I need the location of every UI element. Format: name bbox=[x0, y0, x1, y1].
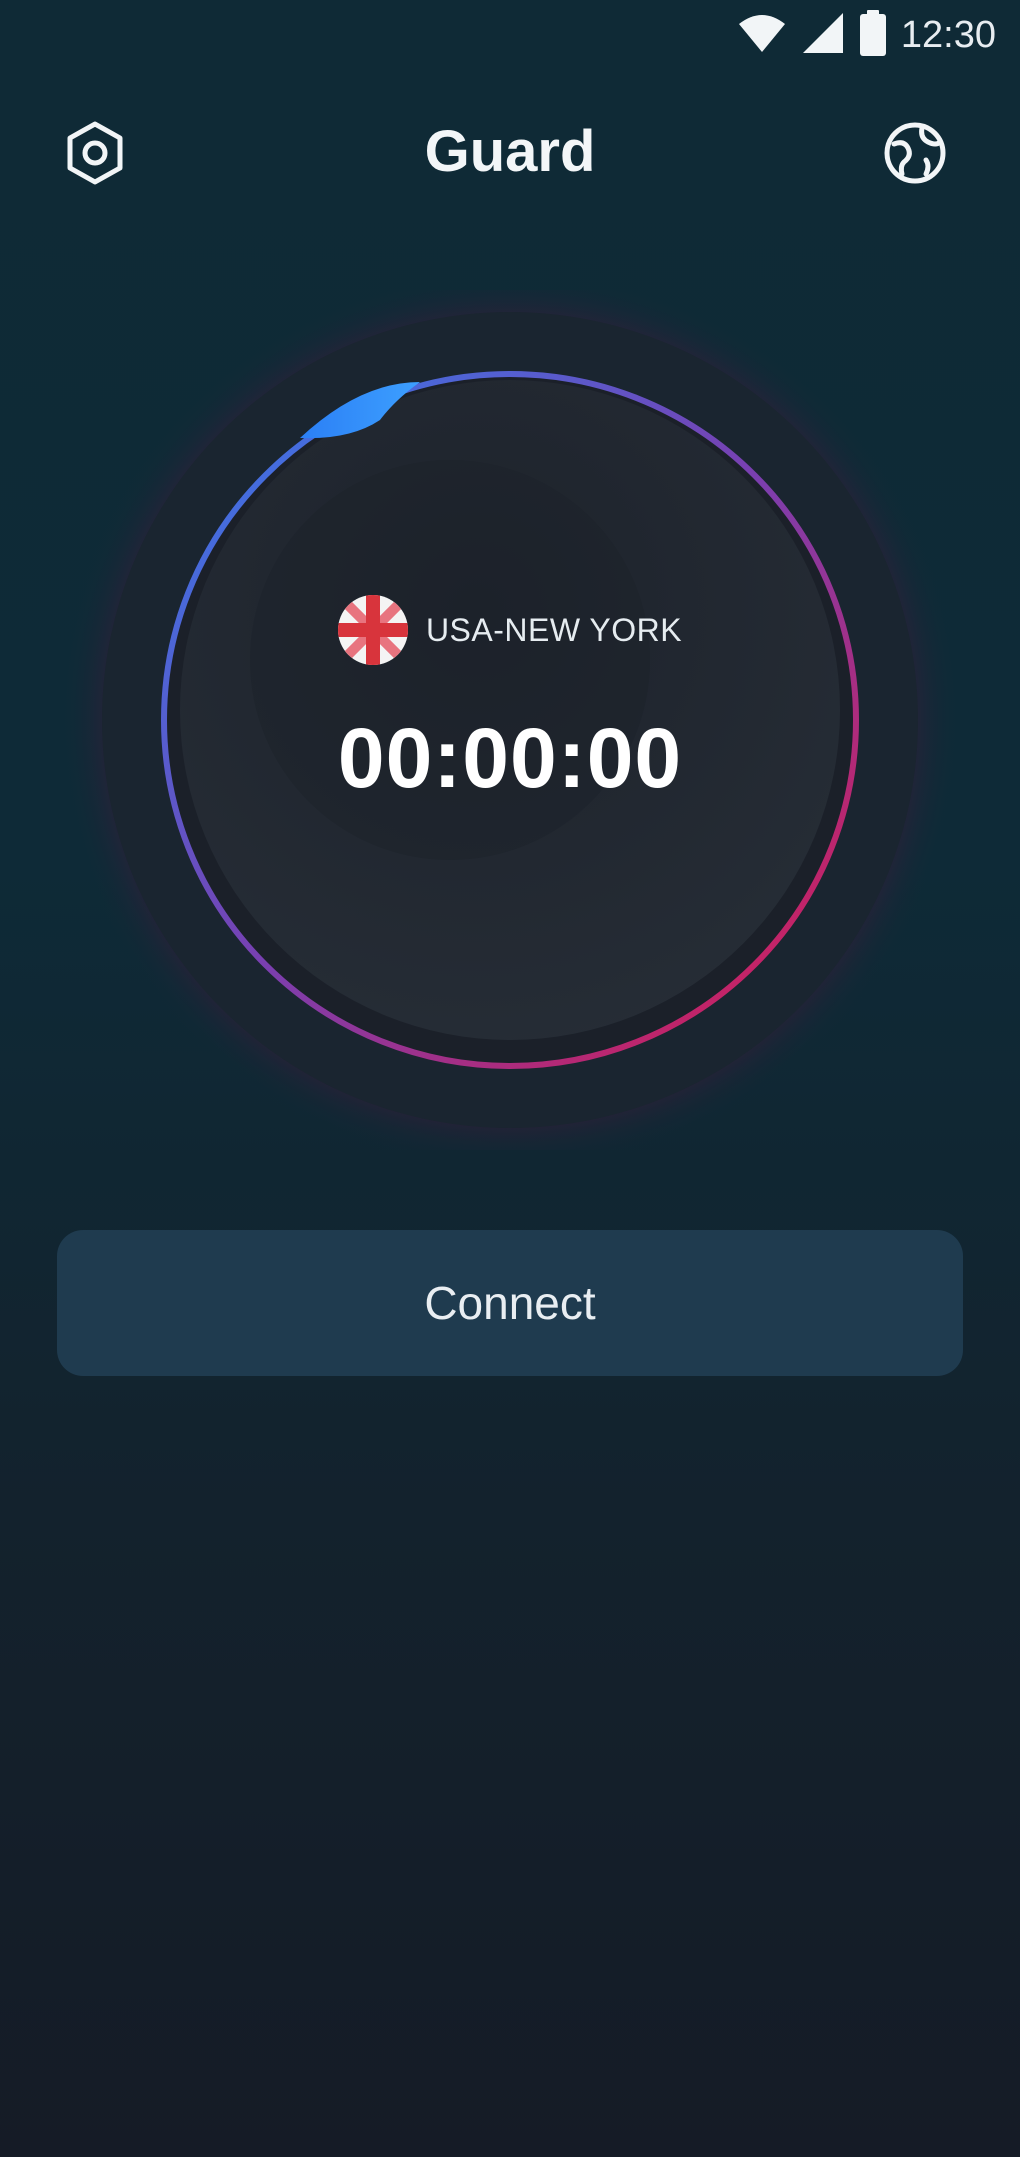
battery-icon bbox=[859, 9, 887, 61]
wifi-icon bbox=[737, 12, 787, 59]
server-list-button[interactable] bbox=[870, 110, 960, 200]
status-icons: 12:30 bbox=[737, 9, 996, 61]
uk-flag-icon bbox=[337, 595, 408, 665]
globe-icon bbox=[882, 120, 948, 191]
connect-button-label: Connect bbox=[424, 1277, 596, 1329]
location-label: USA-NEW YORK bbox=[425, 611, 683, 648]
selected-location[interactable]: USA-NEW YORK bbox=[0, 595, 1020, 665]
app-header: Guard bbox=[0, 100, 1020, 210]
app-title: Guard bbox=[424, 119, 596, 184]
cellular-signal-icon bbox=[801, 11, 845, 60]
status-bar: 12:30 bbox=[0, 0, 1020, 70]
connection-timer: 00:00:00 bbox=[337, 711, 683, 805]
connection-dial[interactable]: USA-NEW YORK 00:00:00 bbox=[0, 290, 1020, 1150]
status-time: 12:30 bbox=[900, 13, 996, 56]
connect-button[interactable]: Connect bbox=[57, 1230, 963, 1376]
